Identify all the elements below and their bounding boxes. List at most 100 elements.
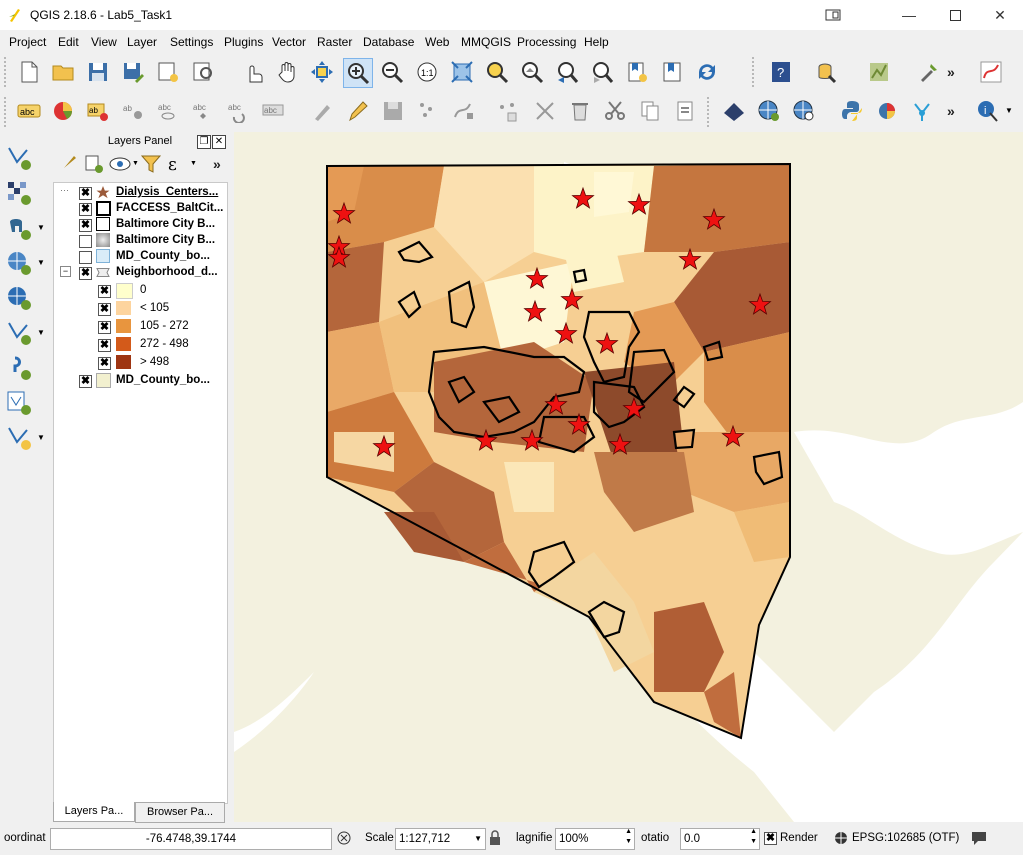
- current-edits-button[interactable]: [309, 97, 337, 125]
- add-group-button[interactable]: [82, 152, 106, 176]
- layer-labeling-button[interactable]: abc: [15, 97, 43, 125]
- legend-class-row[interactable]: ✖ 272 - 498: [54, 337, 224, 353]
- node-edit-button[interactable]: [531, 97, 559, 125]
- class-visibility-checkbox[interactable]: ✖: [98, 303, 111, 316]
- zoom-full-button[interactable]: [448, 58, 476, 86]
- manage-visibility-button[interactable]: [108, 152, 132, 176]
- help-button[interactable]: ?: [767, 58, 795, 86]
- toolbar-grip[interactable]: [4, 57, 10, 87]
- scale-combo[interactable]: 1:127,712 ▼: [395, 828, 486, 850]
- toolbar-grip[interactable]: [752, 57, 758, 87]
- add-vector-layer-button[interactable]: [5, 144, 45, 174]
- delete-selected-button[interactable]: [566, 97, 594, 125]
- tab-layers-panel[interactable]: Layers Pa...: [53, 802, 135, 822]
- layer-visibility-checkbox[interactable]: ✖: [79, 187, 92, 200]
- vector-tool-button[interactable]: [977, 58, 1005, 86]
- layer-visibility-checkbox[interactable]: ✖: [79, 219, 92, 232]
- layer-row[interactable]: ⋯ ✖ Dialysis_Centers...: [54, 185, 224, 201]
- menu-web[interactable]: Web: [425, 35, 449, 49]
- expression-dropdown-icon[interactable]: ▼: [190, 160, 197, 167]
- map-render[interactable]: [234, 132, 1023, 822]
- float-panel-button[interactable]: ❐: [197, 135, 211, 149]
- menu-settings[interactable]: Settings: [170, 35, 213, 49]
- layer-row[interactable]: ✖ MD_County_bo...: [54, 373, 224, 389]
- save-project-button[interactable]: [84, 58, 112, 86]
- plugin-tool-button[interactable]: [915, 58, 943, 86]
- zoom-last-button[interactable]: [553, 58, 581, 86]
- layer-visibility-checkbox[interactable]: [79, 235, 92, 248]
- add-spatialite-button[interactable]: ▼: [5, 249, 45, 279]
- close-panel-button[interactable]: ✕: [212, 135, 226, 149]
- zoom-next-button[interactable]: [588, 58, 616, 86]
- identify-dropdown-icon[interactable]: ▼: [1005, 106, 1013, 115]
- add-delimited-text-button[interactable]: ▼: [5, 319, 45, 349]
- layer-visibility-checkbox[interactable]: ✖: [79, 375, 92, 388]
- layer-row[interactable]: ✖ FACCESS_BaltCit...: [54, 201, 224, 217]
- tab-browser-panel[interactable]: Browser Pa...: [135, 802, 225, 823]
- menu-database[interactable]: Database: [363, 35, 414, 49]
- window-restore-layout-button[interactable]: [810, 0, 856, 30]
- close-button[interactable]: ✕: [977, 0, 1023, 30]
- save-edits-button[interactable]: [379, 97, 407, 125]
- zoom-to-selection-button[interactable]: [483, 58, 511, 86]
- layer-visibility-checkbox[interactable]: ✖: [79, 267, 92, 280]
- open-project-button[interactable]: [49, 58, 77, 86]
- plugin-chart-button[interactable]: [873, 97, 901, 125]
- show-hide-labels-button[interactable]: abc: [154, 97, 182, 125]
- zoom-in-button[interactable]: [343, 58, 373, 88]
- refresh-button[interactable]: [693, 58, 721, 86]
- legend-class-row[interactable]: ✖ < 105: [54, 301, 224, 317]
- rotation-spinbox[interactable]: 0.0 ▲ ▼: [680, 828, 760, 850]
- map-canvas[interactable]: [234, 132, 1023, 822]
- move-feature-button[interactable]: [494, 97, 522, 125]
- toolbar-grip[interactable]: [707, 97, 713, 127]
- toolbar-overflow-chevron-icon[interactable]: »: [947, 103, 955, 119]
- crs-globe-icon[interactable]: [834, 831, 848, 845]
- new-bookmark-button[interactable]: [623, 58, 651, 86]
- layer-row[interactable]: MD_County_bo...: [54, 249, 224, 265]
- visibility-dropdown-icon[interactable]: ▼: [132, 160, 139, 167]
- layer-row[interactable]: ✖ Baltimore City B...: [54, 217, 224, 233]
- layer-visibility-checkbox[interactable]: [79, 251, 92, 264]
- zoom-to-layer-button[interactable]: [518, 58, 546, 86]
- menu-mmqgis[interactable]: MMQGIS: [461, 35, 511, 49]
- highlight-pinned-labels-button[interactable]: ab: [84, 97, 112, 125]
- add-raster-button[interactable]: [5, 179, 45, 209]
- python-console-button[interactable]: [838, 97, 866, 125]
- new-layer-button[interactable]: ▼: [5, 424, 45, 454]
- new-project-button[interactable]: [15, 58, 43, 86]
- move-label-button[interactable]: abc: [189, 97, 217, 125]
- touch-zoom-button[interactable]: [239, 58, 267, 86]
- class-visibility-checkbox[interactable]: ✖: [98, 339, 111, 352]
- composer-manager-button[interactable]: [189, 58, 217, 86]
- menu-view[interactable]: View: [91, 35, 117, 49]
- coordinate-field[interactable]: -76.4748,39.1744: [50, 828, 332, 850]
- add-wfs-button[interactable]: [5, 389, 45, 419]
- legend-class-row[interactable]: ✖ > 498: [54, 355, 224, 371]
- extents-toggle-icon[interactable]: [336, 830, 352, 846]
- search-globe-button[interactable]: [790, 97, 818, 125]
- show-bookmarks-button[interactable]: [658, 58, 686, 86]
- style-manager-button[interactable]: [56, 152, 80, 176]
- menu-vector[interactable]: Vector: [272, 35, 306, 49]
- panel-overflow-chevron-icon[interactable]: »: [213, 156, 221, 172]
- node-tool-button[interactable]: [449, 97, 477, 125]
- spin-arrows-icon[interactable]: ▲ ▼: [625, 827, 632, 847]
- minimize-button[interactable]: —: [886, 0, 932, 30]
- add-wms-layer-button[interactable]: [755, 97, 783, 125]
- toolbar-overflow-chevron-icon[interactable]: »: [947, 64, 955, 80]
- add-raster-layer-button[interactable]: [720, 97, 748, 125]
- messages-icon[interactable]: [970, 830, 988, 846]
- menu-processing[interactable]: Processing: [517, 35, 576, 49]
- add-virtual-layer-button[interactable]: [5, 354, 45, 384]
- pin-labels-button[interactable]: ab: [119, 97, 147, 125]
- toggle-editing-button[interactable]: [344, 97, 372, 125]
- render-checkbox[interactable]: ✖: [764, 832, 777, 845]
- layer-visibility-checkbox[interactable]: ✖: [79, 203, 92, 216]
- legend-class-row[interactable]: ✖ 105 - 272: [54, 319, 224, 335]
- class-visibility-checkbox[interactable]: ✖: [98, 357, 111, 370]
- pan-to-selection-button[interactable]: [308, 58, 336, 86]
- change-label-button[interactable]: abc: [259, 97, 287, 125]
- lock-scale-icon[interactable]: [489, 830, 501, 846]
- collapse-toggle-icon[interactable]: −: [60, 266, 71, 277]
